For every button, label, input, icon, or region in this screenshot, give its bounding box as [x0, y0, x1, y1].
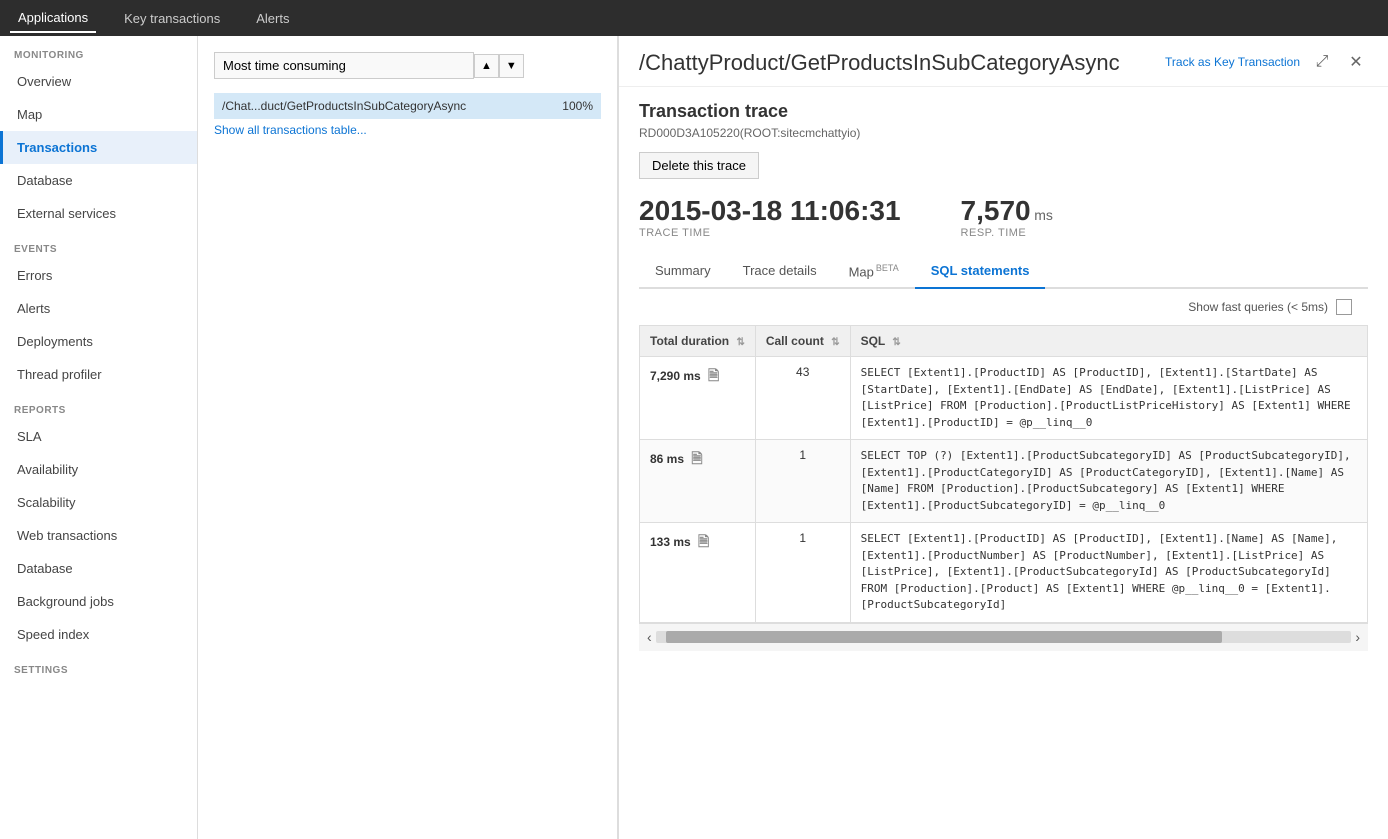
- sidebar-item-speed-index[interactable]: Speed index: [0, 618, 197, 651]
- transaction-panel: Most time consuming ▲ ▼ /Chat...duct/Get…: [198, 36, 618, 839]
- sidebar-item-scalability[interactable]: Scalability: [0, 486, 197, 519]
- transaction-trace-title: Transaction trace: [639, 101, 1368, 122]
- trace-title: /ChattyProduct/GetProductsInSubCategoryA…: [639, 50, 1165, 76]
- fast-queries-label: Show fast queries (< 5ms): [1188, 300, 1328, 314]
- sql-toolbar: Show fast queries (< 5ms): [639, 289, 1368, 325]
- count-cell: 1: [755, 440, 850, 523]
- tabs: Summary Trace details MapBETA SQL statem…: [639, 255, 1368, 289]
- tab-trace-details[interactable]: Trace details: [727, 255, 833, 289]
- sort-icon-duration: ⇅: [736, 337, 744, 348]
- expand-button[interactable]: ⤢: [1310, 50, 1334, 74]
- sidebar-item-availability[interactable]: Availability: [0, 453, 197, 486]
- sql-cell[interactable]: SELECT TOP (?) [Extent1].[ProductSubcate…: [850, 440, 1367, 523]
- fast-queries-checkbox[interactable]: [1336, 299, 1352, 315]
- resp-time-label: RESP. TIME: [961, 227, 1053, 239]
- col-sql[interactable]: SQL ⇅: [850, 326, 1367, 357]
- col-call-count[interactable]: Call count ⇅: [755, 326, 850, 357]
- transaction-name: /Chat...duct/GetProductsInSubCategoryAsy…: [222, 99, 554, 113]
- horizontal-scrollbar: ‹ ›: [639, 623, 1368, 651]
- col-total-duration[interactable]: Total duration ⇅: [640, 326, 756, 357]
- transaction-row[interactable]: /Chat...duct/GetProductsInSubCategoryAsy…: [214, 93, 601, 119]
- sidebar-item-deployments[interactable]: Deployments: [0, 325, 197, 358]
- trace-stats: 2015-03-18 11:06:31 TRACE TIME 7,570 ms …: [639, 195, 1368, 239]
- copy-icon[interactable]: 🗎: [698, 533, 709, 549]
- copy-icon[interactable]: 🗎: [708, 367, 719, 383]
- sidebar-item-overview[interactable]: Overview: [0, 65, 197, 98]
- tab-summary[interactable]: Summary: [639, 255, 727, 289]
- resp-time-value: 7,570: [961, 195, 1031, 226]
- scroll-right-button[interactable]: ›: [1355, 629, 1360, 645]
- sql-area: Show fast queries (< 5ms) Total duration…: [639, 289, 1368, 623]
- scroll-track[interactable]: [656, 631, 1352, 643]
- trace-time-stat: 2015-03-18 11:06:31 TRACE TIME: [639, 195, 901, 239]
- trace-id: RD000D3A105220(ROOT:sitecmchattyio): [639, 126, 1368, 140]
- settings-label: SETTINGS: [0, 651, 197, 680]
- duration-cell: 133 ms 🗎: [640, 523, 756, 623]
- sidebar-item-background-jobs[interactable]: Background jobs: [0, 585, 197, 618]
- count-cell: 1: [755, 523, 850, 623]
- trace-time-value: 2015-03-18 11:06:31: [639, 195, 901, 227]
- trace-panel: /ChattyProduct/GetProductsInSubCategoryA…: [618, 36, 1388, 839]
- nav-applications[interactable]: Applications: [10, 4, 96, 33]
- tab-map[interactable]: MapBETA: [833, 255, 915, 289]
- time-consuming-dropdown[interactable]: Most time consuming: [214, 52, 474, 79]
- transaction-percentage: 100%: [562, 99, 593, 113]
- duration-cell: 7,290 ms 🗎: [640, 357, 756, 440]
- duration-cell: 86 ms 🗎: [640, 440, 756, 523]
- top-nav: Applications Key transactions Alerts: [0, 0, 1388, 36]
- sort-icon-count: ⇅: [831, 337, 839, 348]
- sql-table-header: Total duration ⇅ Call count ⇅ SQL: [640, 326, 1368, 357]
- show-all-transactions-link[interactable]: Show all transactions table...: [214, 123, 601, 137]
- table-row[interactable]: 86 ms 🗎 1 SELECT TOP (?) [Extent1].[Prod…: [640, 440, 1368, 523]
- sidebar: MONITORING Overview Map Transactions Dat…: [0, 36, 198, 839]
- sidebar-item-sla[interactable]: SLA: [0, 420, 197, 453]
- tab-map-beta: BETA: [876, 263, 899, 273]
- monitoring-label: MONITORING: [0, 36, 197, 65]
- table-row[interactable]: 7,290 ms 🗎 43 SELECT [Extent1].[ProductI…: [640, 357, 1368, 440]
- content-row: Most time consuming ▲ ▼ /Chat...duct/Get…: [198, 36, 1388, 839]
- close-icon: ✕: [1349, 52, 1362, 72]
- expand-icon: ⤢: [1316, 53, 1329, 71]
- events-label: EVENTS: [0, 230, 197, 259]
- scroll-thumb: [666, 631, 1223, 643]
- table-row[interactable]: 133 ms 🗎 1 SELECT [Extent1].[ProductID] …: [640, 523, 1368, 623]
- resp-time-unit: ms: [1034, 207, 1053, 223]
- resp-time-value-row: 7,570 ms: [961, 195, 1053, 227]
- nav-alerts[interactable]: Alerts: [248, 5, 297, 32]
- copy-icon[interactable]: 🗎: [691, 450, 702, 466]
- nav-key-transactions[interactable]: Key transactions: [116, 5, 228, 32]
- track-key-transaction-button[interactable]: Track as Key Transaction: [1165, 55, 1300, 69]
- main-content: Most time consuming ▲ ▼ /Chat...duct/Get…: [198, 36, 1388, 839]
- sidebar-item-thread-profiler[interactable]: Thread profiler: [0, 358, 197, 391]
- dropdown-arrow-down-btn[interactable]: ▼: [499, 54, 524, 78]
- sql-cell[interactable]: SELECT [Extent1].[ProductID] AS [Product…: [850, 357, 1367, 440]
- sidebar-item-transactions[interactable]: Transactions: [0, 131, 197, 164]
- sidebar-item-external-services[interactable]: External services: [0, 197, 197, 230]
- dropdown-arrow-btn[interactable]: ▲: [474, 54, 499, 78]
- reports-label: REPORTS: [0, 391, 197, 420]
- delete-trace-button[interactable]: Delete this trace: [639, 152, 759, 179]
- sidebar-item-errors[interactable]: Errors: [0, 259, 197, 292]
- sql-table: Total duration ⇅ Call count ⇅ SQL: [639, 325, 1368, 623]
- trace-header: /ChattyProduct/GetProductsInSubCategoryA…: [619, 36, 1388, 87]
- sql-table-body: 7,290 ms 🗎 43 SELECT [Extent1].[ProductI…: [640, 357, 1368, 623]
- scroll-left-button[interactable]: ‹: [647, 629, 652, 645]
- sort-icon-sql: ⇅: [892, 337, 900, 348]
- close-panel-button[interactable]: ✕: [1344, 50, 1368, 74]
- sidebar-item-database[interactable]: Database: [0, 164, 197, 197]
- sql-cell[interactable]: SELECT [Extent1].[ProductID] AS [Product…: [850, 523, 1367, 623]
- layout: MONITORING Overview Map Transactions Dat…: [0, 36, 1388, 839]
- count-cell: 43: [755, 357, 850, 440]
- sidebar-item-alerts[interactable]: Alerts: [0, 292, 197, 325]
- trace-time-label: TRACE TIME: [639, 227, 901, 239]
- dropdown-row: Most time consuming ▲ ▼: [214, 52, 601, 79]
- sidebar-item-map[interactable]: Map: [0, 98, 197, 131]
- sidebar-item-web-transactions[interactable]: Web transactions: [0, 519, 197, 552]
- trace-header-actions: Track as Key Transaction ⤢ ✕: [1165, 50, 1368, 74]
- tab-sql-statements[interactable]: SQL statements: [915, 255, 1046, 289]
- resp-time-stat: 7,570 ms RESP. TIME: [961, 195, 1053, 239]
- trace-body: Transaction trace RD000D3A105220(ROOT:si…: [619, 87, 1388, 839]
- sidebar-item-database-reports[interactable]: Database: [0, 552, 197, 585]
